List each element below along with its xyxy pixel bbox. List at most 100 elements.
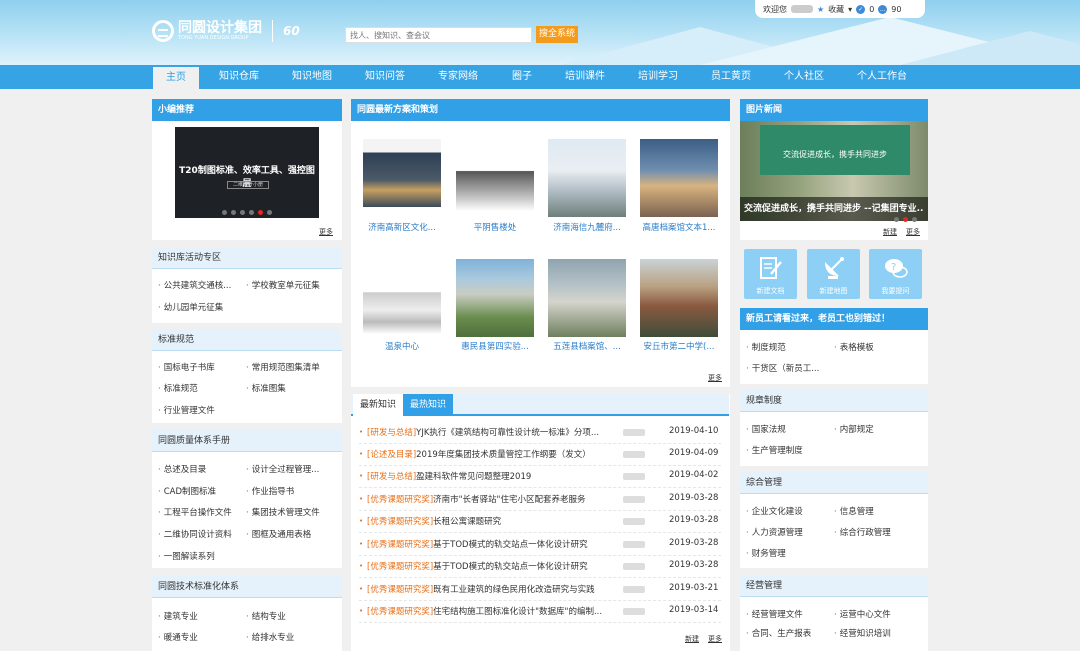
link-item[interactable]: · 制度规范 [746,341,786,353]
new-link[interactable]: 新建 [883,227,897,237]
thumbnail-label[interactable]: 高唐档案馆文本1... [635,221,723,233]
link-item[interactable]: · 信息管理 [834,505,874,517]
search-all-button[interactable]: 搜全系统 [536,26,578,43]
link-item[interactable]: · 公共建筑交通核... [158,279,231,291]
notification-count[interactable]: 0 [869,5,874,14]
link-item[interactable]: · 干货区（新员工... [746,362,819,374]
link-item[interactable]: · 经营知识培训 [834,627,891,639]
new-link[interactable]: 新建 [685,634,699,644]
list-item[interactable]: • [优秀课题研究奖]长租公寓课题研究 2019-03-28 [359,511,721,533]
link-item[interactable]: · 设计全过程管理... [246,463,319,475]
thumbnail-image[interactable] [456,149,534,211]
search-input[interactable] [345,27,532,43]
thumbnail-label[interactable]: 安丘市第二中学(... [635,340,723,352]
link-item[interactable]: · 合同、生产报表 [746,627,811,639]
list-item[interactable]: • [研发与总结]盈建科软件常见问题整理2019 2019-04-02 [359,466,721,488]
ask-question-button[interactable]: ? 我要提问 [869,249,922,299]
link-item[interactable]: · 国家法规 [746,423,786,435]
thumbnail-label[interactable]: 温泉中心 [358,340,446,352]
thumbnail-image[interactable] [456,259,534,337]
link-item[interactable]: · 工程平台操作文件 [158,506,232,518]
link-item[interactable]: · 作业指导书 [246,485,294,497]
thumbnail-image[interactable] [640,259,718,337]
link-item[interactable]: · 给排水专业 [246,631,294,643]
link-item[interactable]: · 行业管理文件 [158,404,215,416]
link-item[interactable]: · 暖通专业 [158,631,198,643]
thumbnail-image[interactable] [548,139,626,217]
thumbnail-label[interactable]: 五莲县档案馆、... [543,340,631,352]
link-item[interactable]: · 人力资源管理 [746,526,803,538]
thumbnail-image[interactable] [363,139,441,207]
company-logo[interactable]: 同圆设计集团 TONG YUAN DESIGN GROUP 60 [152,20,300,42]
list-item[interactable]: • [研发与总结]YJK执行《建筑结构可靠性设计统一标准》分项... 2019-04… [359,422,721,444]
link-item[interactable]: · 表格模板 [834,341,874,353]
nav-staff-directory[interactable]: 员工黄页 [699,65,763,89]
thumbnail-image[interactable] [640,139,718,217]
tab-hot-knowledge[interactable]: 最热知识 [403,394,453,416]
link-item[interactable]: · CAD制图标准 [158,485,216,497]
thumbnail-label[interactable]: 济南高新区文化... [358,221,446,233]
link-item[interactable]: · 一图解读系列 [158,550,215,562]
link-item[interactable]: · 学校教室单元征集 [246,279,320,291]
link-item[interactable]: · 生产管理制度 [746,444,803,456]
link-item[interactable]: · 标准规范 [158,382,198,394]
list-item[interactable]: • [优秀课题研究奖]基于TOD模式的轨交站点一体化设计研究 2019-03-28 [359,556,721,578]
link-item[interactable]: · 运营中心文件 [834,608,891,620]
more-link[interactable]: 更多 [708,634,722,644]
chevron-down-icon[interactable]: ▾ [848,5,852,14]
star-icon[interactable]: ★ [817,5,824,14]
nav-training-study[interactable]: 培训学习 [626,65,690,89]
nav-circles[interactable]: 圈子 [499,65,545,89]
nav-personal-community[interactable]: 个人社区 [772,65,836,89]
link-item[interactable]: · 图框及通用表格 [246,528,311,540]
thumbnail-label[interactable]: 平阴售楼处 [451,221,539,233]
favorite-link[interactable]: 收藏 [828,4,844,15]
link-item[interactable]: · 常用规范图集清单 [246,361,320,373]
list-item[interactable]: • [优秀课题研究奖]济南市"长者驿站"住宅小区配套养老服务 2019-03-28 [359,489,721,511]
nav-knowledge-map[interactable]: 知识地图 [280,65,344,89]
more-link[interactable]: 更多 [906,227,920,237]
list-item[interactable]: • [优秀课题研究奖]基于TOD模式的轨交站点一体化设计研究 2019-03-28 [359,534,721,556]
photo-news-image[interactable]: 交流促进成长，携手共同进步 交流促进成长，携手共同进步 --记集团专业... [740,121,928,222]
nav-expert-network[interactable]: 专家网络 [426,65,490,89]
link-item[interactable]: · 二维协同设计资料 [158,528,232,540]
link-item[interactable]: · 企业文化建设 [746,505,803,517]
link-item[interactable]: · 标准图集 [246,382,286,394]
nav-personal-workbench[interactable]: 个人工作台 [845,65,919,89]
list-item[interactable]: • [论述及目录]2019年度集团技术质量管控工作纲要（发文） 2019-04-09 [359,444,721,466]
nav-knowledge-qa[interactable]: 知识问答 [353,65,417,89]
list-item[interactable]: • [优秀课题研究奖]既有工业建筑的绿色民用化改造研究与实践 2019-03-21 [359,579,721,601]
link-item[interactable]: · 财务管理 [746,547,786,559]
link-item[interactable]: · 建筑专业 [158,610,198,622]
message-count[interactable]: 90 [891,5,901,14]
list-item[interactable]: • [优秀课题研究奖]住宅结构施工图标准化设计"数据库"的编制... 2019-03… [359,601,721,623]
thumbnail-label[interactable]: 济南海信九麓府... [543,221,631,233]
thumbnail-label[interactable]: 惠民县第四实验... [451,340,539,352]
more-link[interactable]: 更多 [708,373,722,383]
nav-home[interactable]: 主页 [153,67,199,89]
link-item[interactable]: · 国标电子书库 [158,361,215,373]
link-item[interactable]: · 内部规定 [834,423,874,435]
link-item[interactable]: · 总述及目录 [158,463,206,475]
link-item[interactable]: · 经营管理文件 [746,608,803,620]
message-icon[interactable]: … [878,4,888,14]
link-item[interactable]: · 幼儿园单元征集 [158,301,223,313]
thumbnail-image[interactable] [363,274,441,334]
username-redacted[interactable] [791,5,813,13]
photo-dots[interactable] [892,214,919,225]
nav-training-courseware[interactable]: 培训课件 [553,65,617,89]
new-document-button[interactable]: 新建文档 [744,249,797,299]
thumbnail-image[interactable] [548,259,626,337]
link-item[interactable]: · 综合行政管理 [834,526,891,538]
tab-latest-knowledge[interactable]: 最新知识 [353,394,403,416]
link-item[interactable]: · 结构专业 [246,610,286,622]
header-banner: 同圆设计集团 TONG YUAN DESIGN GROUP 60 搜全系统 欢迎… [0,0,1080,65]
notification-icon[interactable]: ✓ [856,4,866,14]
link-item[interactable]: · 集团技术管理文件 [246,506,320,518]
editor-slide[interactable]: T20制图标准、效率工具、强控图层 二维设计小册 [175,127,319,218]
slide-dots[interactable] [175,207,319,218]
nav-knowledge-warehouse[interactable]: 知识仓库 [207,65,271,89]
more-link[interactable]: 更多 [319,227,333,237]
photo-caption[interactable]: 交流促进成长，携手共同进步 --记集团专业... [744,201,924,214]
new-map-button[interactable]: 新建地图 [807,249,860,299]
